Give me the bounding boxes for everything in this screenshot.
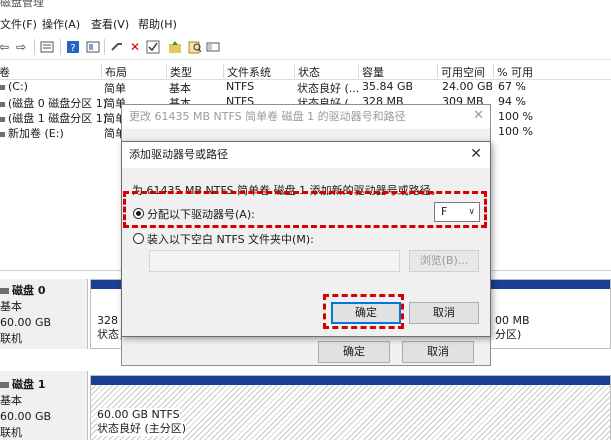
disk-size: 60.00 GB xyxy=(0,316,52,329)
disk-status: 联机 xyxy=(0,426,22,439)
close-icon[interactable]: ✕ xyxy=(470,147,482,161)
folder-up-icon[interactable] xyxy=(168,40,182,54)
disk-1-partition[interactable]: 60.00 GB NTFS 状态良好 (主分区) xyxy=(90,375,611,440)
properties-icon[interactable] xyxy=(86,40,100,54)
cell-layout: 简单 xyxy=(104,82,126,95)
menu-view[interactable]: 查看(V) xyxy=(91,16,129,32)
disk-size: 60.00 GB xyxy=(0,410,52,423)
check-icon[interactable] xyxy=(146,40,160,54)
column-layout[interactable]: 布局 xyxy=(101,64,127,79)
help-icon[interactable]: ? xyxy=(66,40,80,54)
cell-percent-free: 94 % xyxy=(498,95,526,108)
change-dialog-title: 更改 61435 MB NTFS 简单卷 磁盘 1 的驱动器号和路径 xyxy=(122,105,490,129)
list-view-icon[interactable] xyxy=(40,40,54,54)
menu-bar: 文件(F) 操作(A) 查看(V) 帮助(H) xyxy=(0,12,611,34)
cell-status: 状态良好 (... xyxy=(297,82,360,95)
cell-volume: (磁盘 1 磁盘分区 1) xyxy=(8,112,108,125)
search-icon[interactable] xyxy=(188,40,202,54)
close-icon[interactable]: ✕ xyxy=(473,108,484,123)
dialog-description: 为 61435 MB NTFS 简单卷 磁盘 1 添加新的驱动器号或路径。 xyxy=(132,184,442,197)
volume-icon xyxy=(0,101,5,107)
cell-percent-free: 100 % xyxy=(498,110,533,123)
menu-file[interactable]: 文件(F) xyxy=(0,16,37,32)
mount-folder-label[interactable]: 装入以下空白 NTFS 文件夹中(M): xyxy=(147,231,314,247)
column-free-space[interactable]: 可用空间 xyxy=(437,64,485,79)
cell-filesystem: NTFS xyxy=(226,80,255,93)
cell-percent-free: 67 % xyxy=(498,80,526,93)
cell-volume: 新加卷 (E:) xyxy=(8,127,64,140)
partition-right-size: 00 MB xyxy=(495,314,530,328)
cell-percent-free: 100 % xyxy=(498,125,533,138)
window-title: 磁盘管理 xyxy=(0,0,44,9)
connect-icon[interactable] xyxy=(110,40,124,54)
toolbar-divider xyxy=(60,39,61,55)
cell-volume: (磁盘 0 磁盘分区 1) xyxy=(8,97,108,110)
toolbar-divider xyxy=(34,39,35,55)
cell-type: 基本 xyxy=(169,82,191,95)
dialog-title: 添加驱动器号或路径 xyxy=(122,142,490,168)
disk-1-label[interactable]: 磁盘 1 基本 60.00 GB 联机 xyxy=(0,371,88,440)
partition-status: 状态良好 (主分区) xyxy=(97,422,187,436)
delete-icon[interactable]: ✕ xyxy=(128,40,142,54)
disk-status: 联机 xyxy=(0,332,22,345)
disk-name: 磁盘 1 xyxy=(12,378,46,391)
disk-icon xyxy=(0,382,9,388)
disk-name: 磁盘 0 xyxy=(12,284,46,297)
disk-type: 基本 xyxy=(0,300,22,313)
disk-0-label[interactable]: 磁盘 0 基本 60.00 GB 联机 xyxy=(0,279,88,349)
column-type[interactable]: 类型 xyxy=(166,64,192,79)
partition-right-status: 分区) xyxy=(495,328,522,342)
table-row[interactable]: (C:) 简单 基本 NTFS 状态良好 (... 35.84 GB 24.00… xyxy=(0,80,611,95)
assign-letter-label[interactable]: 分配以下驱动器号(A): xyxy=(147,206,255,222)
volume-icon xyxy=(0,84,5,90)
view-icon[interactable] xyxy=(206,40,220,54)
change-dialog-ok-button[interactable]: 确定 xyxy=(318,341,390,363)
cell-free-space: 24.00 GB xyxy=(442,80,494,93)
toolbar-divider xyxy=(104,39,105,55)
change-dialog-cancel-button[interactable]: 取消 xyxy=(402,341,474,363)
volume-table-header: 卷 布局 类型 文件系统 状态 容量 可用空间 % 可用 xyxy=(0,62,611,80)
window-title-bar: 磁盘管理 xyxy=(0,0,611,12)
column-filesystem[interactable]: 文件系统 xyxy=(223,64,271,79)
chevron-down-icon: ∨ xyxy=(468,207,475,217)
cell-capacity: 35.84 GB xyxy=(362,80,414,93)
column-volume[interactable]: 卷 xyxy=(0,64,10,79)
toolbar: ⇦ ⇨ ? ✕ xyxy=(0,34,611,60)
column-percent-free[interactable]: % 可用 xyxy=(493,64,533,79)
menu-help[interactable]: 帮助(H) xyxy=(138,16,177,32)
cell-volume: (C:) xyxy=(8,80,28,93)
column-capacity[interactable]: 容量 xyxy=(358,64,384,79)
column-status[interactable]: 状态 xyxy=(294,64,320,79)
volume-icon xyxy=(0,131,5,137)
volume-icon xyxy=(0,116,5,122)
folder-path-input[interactable] xyxy=(149,250,400,272)
assign-letter-radio[interactable] xyxy=(133,208,144,219)
partition-bar xyxy=(91,376,610,385)
mount-folder-radio[interactable] xyxy=(133,233,144,244)
add-drive-letter-dialog: 添加驱动器号或路径 ✕ 为 61435 MB NTFS 简单卷 磁盘 1 添加新… xyxy=(121,141,491,337)
disk-type: 基本 xyxy=(0,394,22,407)
drive-letter-value: F xyxy=(441,205,448,218)
forward-icon[interactable]: ⇨ xyxy=(14,40,28,54)
cancel-button[interactable]: 取消 xyxy=(409,302,479,324)
partition-size: 60.00 GB NTFS xyxy=(97,408,180,422)
disk-icon xyxy=(0,288,9,294)
svg-text:?: ? xyxy=(70,43,75,54)
drive-letter-select[interactable]: F ∨ xyxy=(434,202,480,222)
browse-button[interactable]: 浏览(B)... xyxy=(409,250,479,272)
menu-action[interactable]: 操作(A) xyxy=(42,16,80,32)
ok-button[interactable]: 确定 xyxy=(331,302,401,324)
back-icon[interactable]: ⇦ xyxy=(0,40,11,54)
